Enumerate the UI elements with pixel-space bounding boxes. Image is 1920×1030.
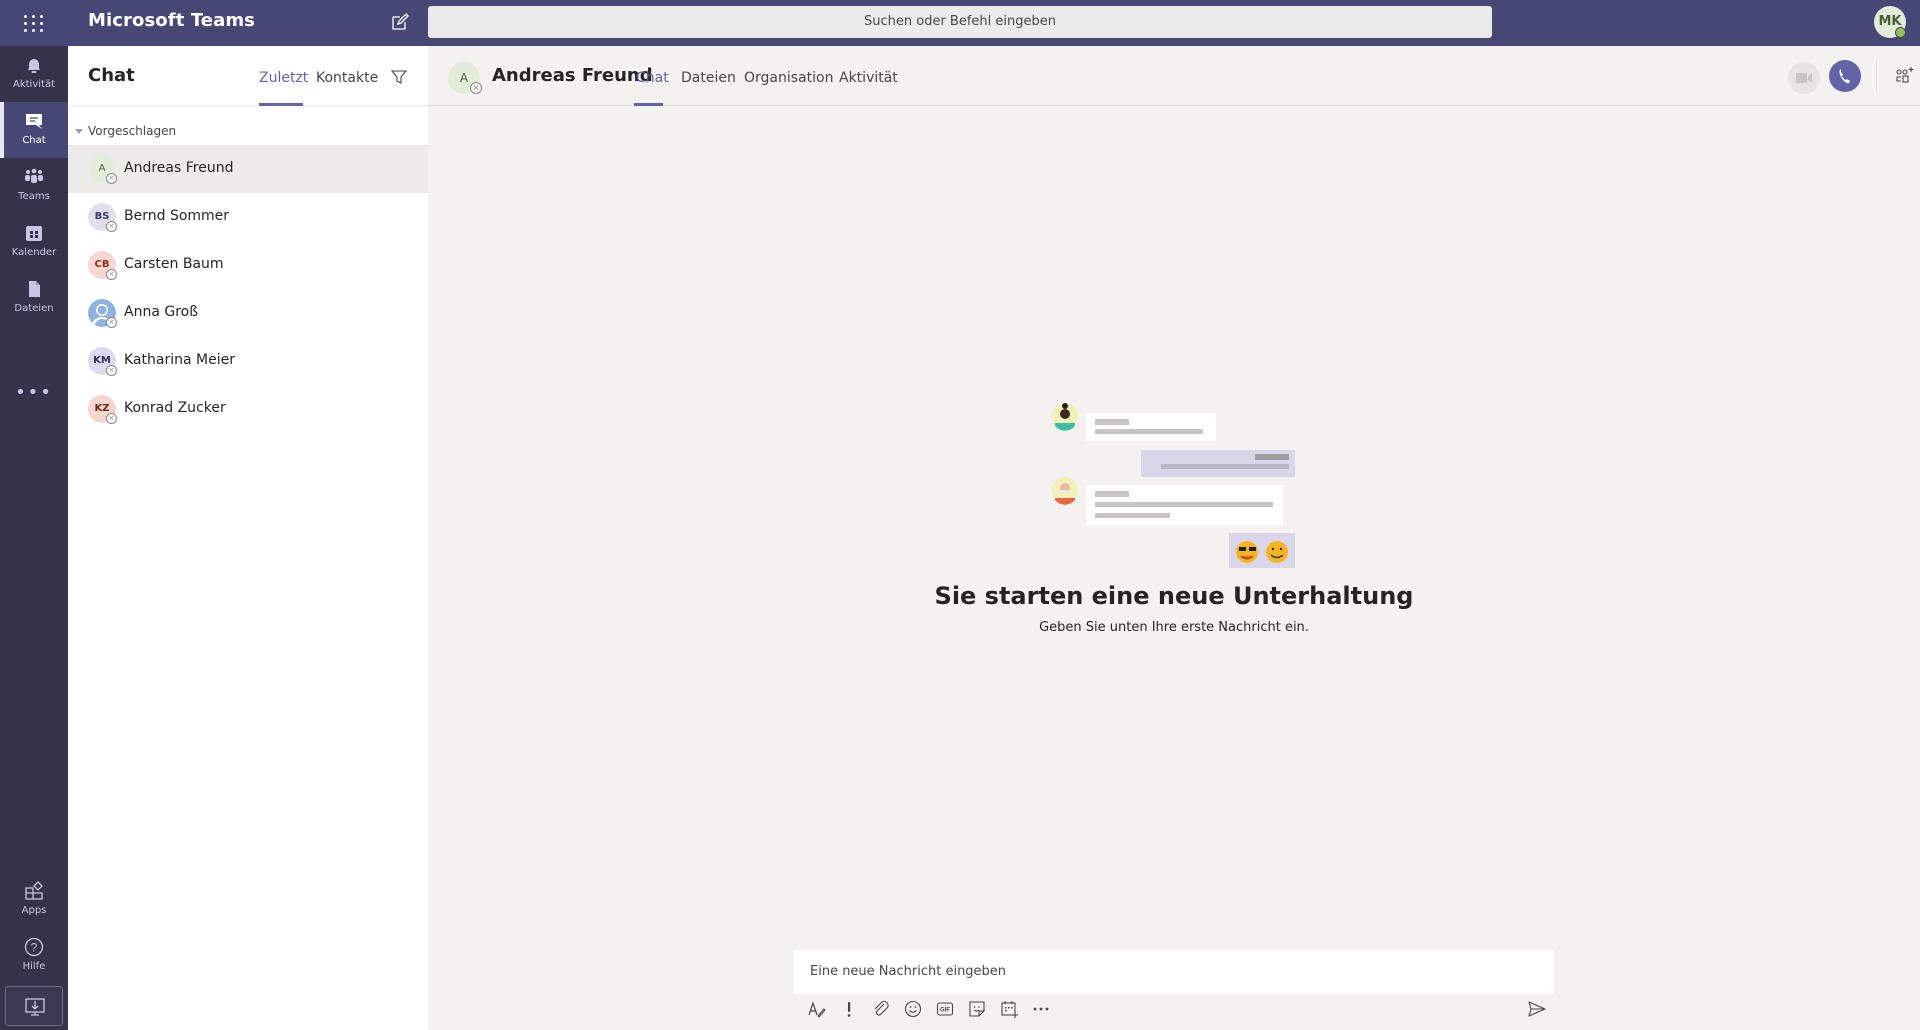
active-tab-indicator [259,103,303,106]
rail-item-chat[interactable]: Chat [0,102,68,158]
sticker-icon[interactable] [966,998,988,1020]
attach-icon[interactable] [870,998,892,1020]
download-icon [25,998,45,1016]
empty-state-title: Sie starten eine neue Unterhaltung [934,582,1414,610]
contact-name: Bernd Sommer [124,208,230,224]
contact-name: Katharina Meier [124,352,235,368]
rail-label: Aktivität [13,79,55,90]
video-call-button[interactable] [1788,62,1820,94]
rail-label: Chat [22,135,46,146]
tab-contacts[interactable]: Kontakte [316,70,378,86]
chat-list-item[interactable]: KZ × Konrad Zucker [68,385,428,433]
calendar-icon [26,226,42,241]
conversation-header: A × Andreas Freund Chat Dateien Organisa… [428,46,1920,106]
chat-list-item[interactable]: BS × Bernd Sommer [68,193,428,241]
chat-list-item[interactable]: × Anna Groß [68,289,428,337]
important-icon[interactable] [838,998,860,1020]
gif-icon[interactable]: GIF [934,998,956,1020]
help-icon: ? [24,937,44,957]
new-conversation-illustration [1052,403,1295,568]
file-icon [29,281,40,297]
status-offline-icon: × [106,413,117,424]
contact-name: Andreas Freund [124,160,234,176]
rail-label: Hilfe [22,961,46,972]
apps-icon [25,881,43,900]
bell-icon [28,59,40,73]
format-icon[interactable] [806,998,828,1020]
phone-icon [1839,69,1850,84]
rail-item-activity[interactable]: Aktivität [0,46,68,102]
status-offline-icon: × [106,317,117,328]
svg-text:GIF: GIF [940,1008,950,1014]
rail-label: Kalender [11,247,57,258]
rail-item-help[interactable]: ? Hilfe [0,928,68,984]
empty-state-subtitle: Geben Sie unten Ihre erste Nachricht ein… [1039,620,1309,635]
add-people-icon[interactable] [1892,64,1916,88]
chat-icon [26,114,42,129]
rail-label: Apps [21,905,47,916]
smile-emoji-icon [1266,541,1288,563]
svg-text:?: ? [31,941,38,955]
status-offline-icon: × [106,269,117,280]
contact-name: Carsten Baum [124,256,224,272]
filter-icon[interactable] [390,68,408,86]
app-title: Microsoft Teams [88,10,255,31]
rail-item-calendar[interactable]: Kalender [0,214,68,270]
status-available-icon [1895,27,1906,38]
tab-organization[interactable]: Organisation [744,70,833,86]
sunglasses-emoji-icon [1236,541,1258,563]
message-input[interactable]: Eine neue Nachricht eingeben [794,950,1554,994]
rail-label: Teams [18,191,50,202]
contact-name: Konrad Zucker [124,400,226,416]
chat-list-item[interactable]: A × Andreas Freund [68,145,428,193]
top-bar: Microsoft Teams Suchen oder Befehl einge… [0,0,1920,46]
contact-name: Anna Groß [124,304,199,320]
caret-down-icon [75,129,83,134]
download-app-button[interactable] [5,986,63,1026]
status-offline-icon: × [106,221,117,232]
chat-list-item[interactable]: CB × Carsten Baum [68,241,428,289]
chat-list-item[interactable]: KM × Katharina Meier [68,337,428,385]
status-offline-icon: × [470,82,482,94]
chat-list-header: Chat Zuletzt Kontakte [68,46,428,106]
teams-icon [25,168,43,183]
chat-list-title: Chat [88,65,135,86]
section-suggested[interactable]: Vorgeschlagen [75,124,176,138]
tab-chat[interactable]: Chat [636,70,669,86]
schedule-meeting-icon[interactable] [998,998,1020,1020]
new-chat-icon[interactable] [390,12,410,32]
video-camera-icon [1796,73,1812,83]
search-input[interactable]: Suchen oder Befehl eingeben [428,6,1492,38]
tab-files[interactable]: Dateien [681,70,736,86]
tab-recent[interactable]: Zuletzt [259,70,308,86]
send-icon[interactable] [1526,998,1548,1020]
chat-list-panel: Chat Zuletzt Kontakte Vorgeschlagen A × … [68,46,428,1030]
avatar-woman-icon [1052,403,1078,431]
status-offline-icon: × [106,173,117,184]
rail-label: Dateien [14,303,54,314]
app-rail: Aktivität Chat Teams Kalender Dateien ••… [0,46,68,1030]
more-options-icon[interactable] [1030,998,1052,1020]
rail-item-teams[interactable]: Teams [0,158,68,214]
avatar-man-icon [1052,477,1078,505]
tab-activity[interactable]: Aktivität [839,70,898,86]
audio-call-button[interactable] [1829,60,1861,92]
section-label: Vorgeschlagen [88,124,177,138]
emoji-icon[interactable] [902,998,924,1020]
active-tab-indicator [634,103,663,106]
status-offline-icon: × [106,365,117,376]
app-launcher-icon[interactable] [22,11,46,35]
rail-item-files[interactable]: Dateien [0,270,68,326]
divider [1876,60,1877,92]
rail-item-apps[interactable]: Apps [0,872,68,928]
more-apps-icon[interactable]: ••• [0,382,68,403]
contact-name-heading: Andreas Freund [492,65,653,86]
